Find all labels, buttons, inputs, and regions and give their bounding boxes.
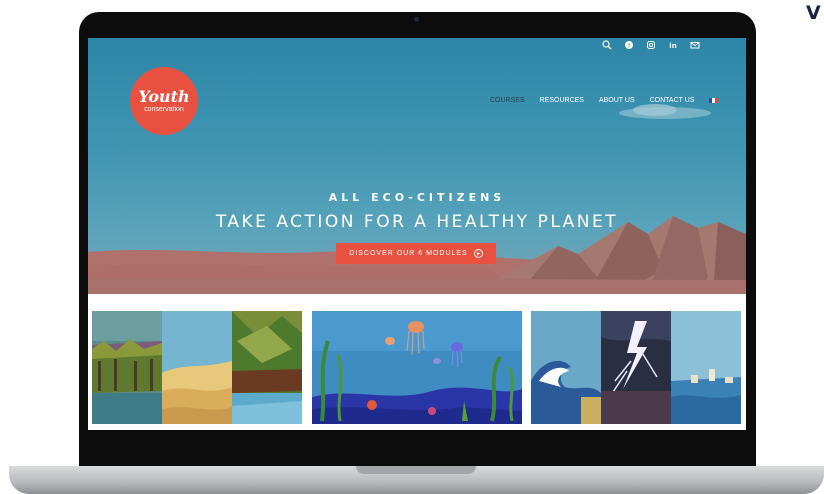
hero-title: TAKE ACTION FOR A HEALTHY PLANET	[215, 212, 619, 232]
module-cards	[88, 294, 746, 430]
climate-events-illustration	[531, 311, 741, 424]
ocean-ecosystems-card[interactable]	[312, 311, 522, 424]
nav-item-contact-us[interactable]: CONTACT US	[650, 97, 695, 104]
facebook-icon[interactable]: f	[624, 40, 634, 50]
french-flag-icon[interactable]	[709, 98, 718, 103]
arrow-right-icon	[473, 249, 483, 258]
corner-letter: V	[806, 2, 821, 24]
main-nav: COURSES RESOURCES ABOUT US CONTACT US	[490, 97, 718, 104]
search-icon[interactable]	[602, 40, 612, 50]
mail-icon[interactable]	[690, 40, 700, 50]
social-bar: f in	[602, 40, 700, 50]
laptop-notch	[382, 12, 452, 32]
discover-modules-label: DISCOVER OUR 6 MODULES	[349, 250, 468, 257]
discover-modules-button[interactable]: DISCOVER OUR 6 MODULES	[336, 243, 496, 264]
camera-icon	[414, 17, 419, 22]
laptop-screen: f in Youth conservation COURSES RESOURCE…	[88, 38, 746, 430]
nav-item-courses[interactable]: COURSES	[490, 97, 525, 104]
ocean-ecosystems-illustration	[312, 311, 522, 424]
logo-subtitle: conservation	[144, 105, 184, 113]
hero-subtitle: ALL ECO-CITIZENS	[328, 191, 506, 204]
logo-wordmark: Youth	[138, 86, 190, 106]
climate-events-card[interactable]	[531, 311, 741, 424]
cloud-decoration	[619, 104, 711, 119]
land-ecosystems-illustration	[92, 311, 302, 424]
nav-item-about-us[interactable]: ABOUT US	[599, 97, 635, 104]
svg-text:in: in	[669, 42, 676, 50]
instagram-icon[interactable]	[646, 40, 656, 50]
nav-item-resources[interactable]: RESOURCES	[540, 97, 584, 104]
hero-section: f in Youth conservation COURSES RESOURCE…	[88, 38, 746, 294]
land-ecosystems-card[interactable]	[92, 311, 302, 424]
site-logo[interactable]: Youth conservation	[130, 67, 198, 135]
laptop-base-notch	[356, 466, 476, 474]
linkedin-icon[interactable]: in	[668, 40, 678, 50]
